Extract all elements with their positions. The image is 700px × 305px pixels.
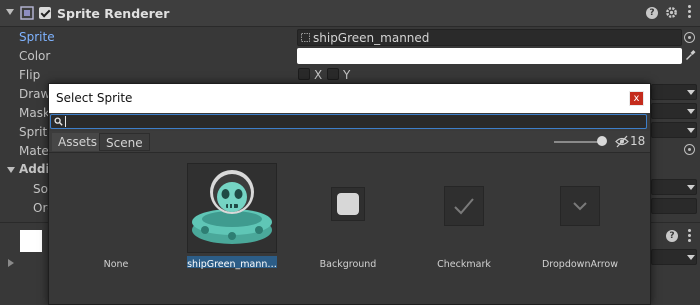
flip-y-label: Y xyxy=(343,68,351,82)
component-title: Sprite Renderer xyxy=(57,6,170,21)
component-header[interactable]: Sprite Renderer ? xyxy=(0,0,700,27)
foldout-arrow-icon[interactable] xyxy=(8,259,14,267)
sprite-grid: None shipGreen_mann… Background Checkmar… xyxy=(49,153,650,304)
sorting-layer-dropdown[interactable] xyxy=(651,179,697,195)
sprite-thumb-shipgreen[interactable] xyxy=(187,163,277,253)
slider-handle[interactable] xyxy=(597,136,607,146)
flip-x-label: X xyxy=(314,68,323,82)
item-label-background[interactable]: Background xyxy=(308,259,388,270)
property-label-draw-mode: Draw xyxy=(19,87,51,101)
property-label-mask-interaction: Mask xyxy=(19,106,50,120)
color-field[interactable] xyxy=(297,48,682,64)
additional-settings-arrow-icon[interactable] xyxy=(7,167,15,173)
close-button[interactable]: x xyxy=(629,91,644,106)
sprite-object-field[interactable]: shipGreen_manned xyxy=(297,29,682,46)
sprite-thumb-background[interactable] xyxy=(331,187,365,221)
chevron-down-icon xyxy=(687,90,695,95)
tab-scene[interactable]: Scene xyxy=(99,133,150,151)
checkmark-icon xyxy=(454,198,474,215)
object-picker-icon[interactable] xyxy=(684,32,695,43)
chevron-down-icon xyxy=(687,255,695,260)
property-label-color: Color xyxy=(19,49,51,63)
hidden-count: 18 xyxy=(630,134,646,148)
dialog-titlebar[interactable]: Select Sprite x xyxy=(49,84,650,113)
more-icon[interactable] xyxy=(688,5,692,19)
draw-mode-dropdown[interactable] xyxy=(651,84,697,100)
sprite-thumb-dropdownarrow[interactable] xyxy=(560,186,600,226)
tab-assets[interactable]: Assets xyxy=(52,133,104,151)
flip-y-checkbox[interactable] xyxy=(327,68,339,80)
material-preview-icon xyxy=(20,230,42,252)
item-label-checkmark[interactable]: Checkmark xyxy=(424,259,504,270)
chevron-down-icon xyxy=(687,109,695,114)
sorting-layer-label: So xyxy=(33,182,48,196)
sprite-sort-point-dropdown[interactable] xyxy=(651,122,697,138)
item-label-shipgreen[interactable]: shipGreen_mann… xyxy=(187,259,277,270)
flip-x-checkbox[interactable] xyxy=(298,68,310,80)
dialog-toolbar: Assets Scene 18 xyxy=(49,131,650,153)
dialog-title: Select Sprite xyxy=(56,91,133,105)
material-picker-icon[interactable] xyxy=(684,144,695,155)
search-icon xyxy=(54,117,63,126)
search-input[interactable] xyxy=(50,114,647,129)
hidden-packages-eye-icon[interactable] xyxy=(615,135,629,148)
alien-ship-icon xyxy=(192,170,272,244)
item-label-dropdownarrow[interactable]: DropdownArrow xyxy=(535,259,625,270)
eyedropper-icon[interactable] xyxy=(684,49,696,61)
item-label-none[interactable]: None xyxy=(86,259,146,270)
rounded-square-icon xyxy=(337,193,359,215)
select-sprite-dialog: Select Sprite x Assets Scene 18 None shi… xyxy=(48,83,651,305)
sprite-asset-icon xyxy=(301,33,310,42)
dropdown-arrow-icon xyxy=(573,202,587,211)
component-icon xyxy=(20,6,34,20)
help-icon[interactable]: ? xyxy=(666,230,678,242)
text-cursor xyxy=(65,116,66,127)
more-icon[interactable] xyxy=(688,229,692,242)
chevron-down-icon xyxy=(687,128,695,133)
help-icon[interactable]: ? xyxy=(646,7,658,19)
order-in-layer-field[interactable] xyxy=(651,198,697,214)
property-label-sprite: Sprite xyxy=(19,30,55,44)
mask-interaction-dropdown[interactable] xyxy=(651,103,697,119)
settings-icon[interactable] xyxy=(665,6,678,19)
property-label-flip: Flip xyxy=(19,68,41,82)
chevron-down-icon xyxy=(687,185,695,190)
foldout-arrow-icon[interactable] xyxy=(6,9,14,15)
sprite-field-value: shipGreen_manned xyxy=(313,31,430,45)
component-enabled-checkbox[interactable] xyxy=(39,7,51,19)
shader-dropdown[interactable] xyxy=(651,249,697,265)
sprite-thumb-checkmark[interactable] xyxy=(444,186,484,226)
thumbnail-size-slider[interactable] xyxy=(554,141,602,143)
